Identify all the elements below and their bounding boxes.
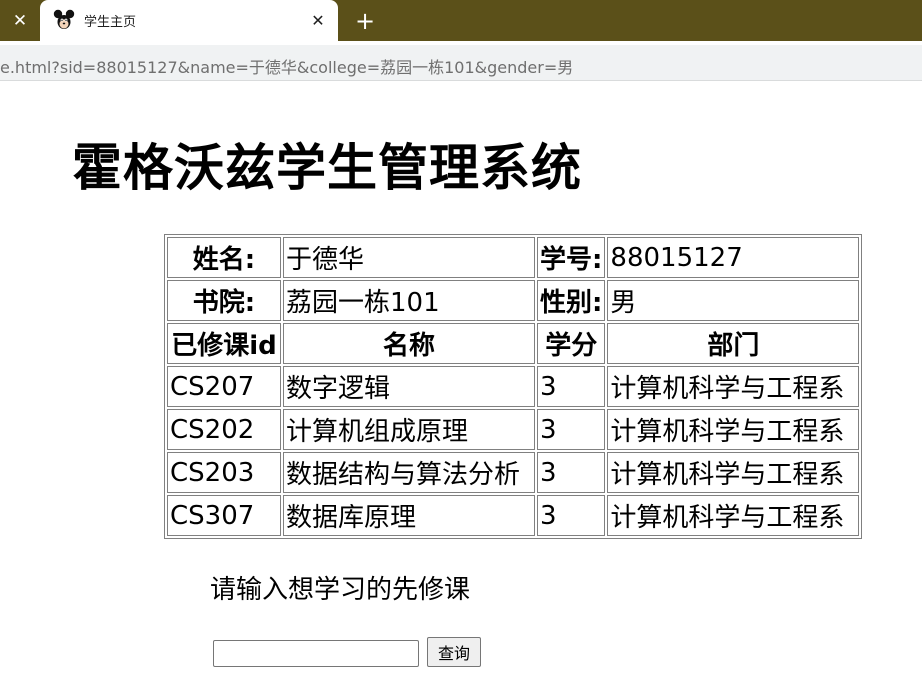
query-button[interactable]: 查询: [427, 637, 481, 667]
course-name-cell: 数据库原理: [283, 495, 535, 536]
column-header-course-id: 已修课id: [167, 323, 281, 364]
table-row: CS203 数据结构与算法分析 3 计算机科学与工程系: [167, 452, 860, 493]
credits-cell: 3: [537, 452, 606, 493]
table-row: CS307 数据库原理 3 计算机科学与工程系: [167, 495, 860, 536]
column-header-department: 部门: [607, 323, 860, 364]
credits-cell: 3: [537, 409, 606, 450]
course-id-cell: CS203: [167, 452, 281, 493]
tab-title: 学生主页: [84, 15, 137, 30]
department-cell: 计算机科学与工程系: [607, 366, 860, 407]
department-cell: 计算机科学与工程系: [607, 495, 860, 536]
table-row: 姓名: 于德华 学号: 88015127: [167, 237, 860, 278]
course-name-cell: 数据结构与算法分析: [283, 452, 535, 493]
course-name-cell: 计算机组成原理: [283, 409, 535, 450]
course-id-cell: CS307: [167, 495, 281, 536]
sid-label: 学号:: [537, 237, 606, 278]
column-header-credits: 学分: [537, 323, 606, 364]
table-row: CS207 数字逻辑 3 计算机科学与工程系: [167, 366, 860, 407]
gender-label: 性别:: [537, 280, 606, 321]
course-name-cell: 数字逻辑: [283, 366, 535, 407]
column-header-course-name: 名称: [283, 323, 535, 364]
student-info-table: 姓名: 于德华 学号: 88015127 书院: 荔园一栋101 性别: 男 已…: [164, 234, 863, 539]
name-label: 姓名:: [167, 237, 281, 278]
course-header-row: 已修课id 名称 学分 部门: [167, 323, 860, 364]
credits-cell: 3: [537, 495, 606, 536]
name-value: 于德华: [283, 237, 535, 278]
browser-tab-bar: ✕ 学生主页 ✕ +: [0, 0, 922, 41]
course-id-cell: CS202: [167, 409, 281, 450]
sid-value: 88015127: [607, 237, 860, 278]
plus-icon[interactable]: +: [350, 6, 380, 36]
url-field[interactable]: e.html?sid=88015127&name=于德华&college=荔园一…: [0, 45, 922, 81]
prerequisite-search-input[interactable]: [213, 640, 419, 667]
page-title: 霍格沃兹学生管理系统: [72, 139, 582, 197]
browser-tab[interactable]: 学生主页 ✕: [40, 0, 338, 41]
college-label: 书院:: [167, 280, 281, 321]
department-cell: 计算机科学与工程系: [607, 452, 860, 493]
gender-value: 男: [607, 280, 860, 321]
close-icon[interactable]: ✕: [306, 8, 330, 32]
mickey-mouse-icon: [53, 9, 75, 29]
course-id-cell: CS207: [167, 366, 281, 407]
college-value: 荔园一栋101: [283, 280, 535, 321]
close-icon[interactable]: ✕: [0, 0, 40, 41]
table-row: 书院: 荔园一栋101 性别: 男: [167, 280, 860, 321]
department-cell: 计算机科学与工程系: [607, 409, 860, 450]
table-row: CS202 计算机组成原理 3 计算机科学与工程系: [167, 409, 860, 450]
address-bar: e.html?sid=88015127&name=于德华&college=荔园一…: [0, 41, 922, 87]
credits-cell: 3: [537, 366, 606, 407]
prerequisite-prompt: 请输入想学习的先修课: [210, 575, 471, 605]
url-text: e.html?sid=88015127&name=于德华&college=荔园一…: [0, 58, 574, 77]
